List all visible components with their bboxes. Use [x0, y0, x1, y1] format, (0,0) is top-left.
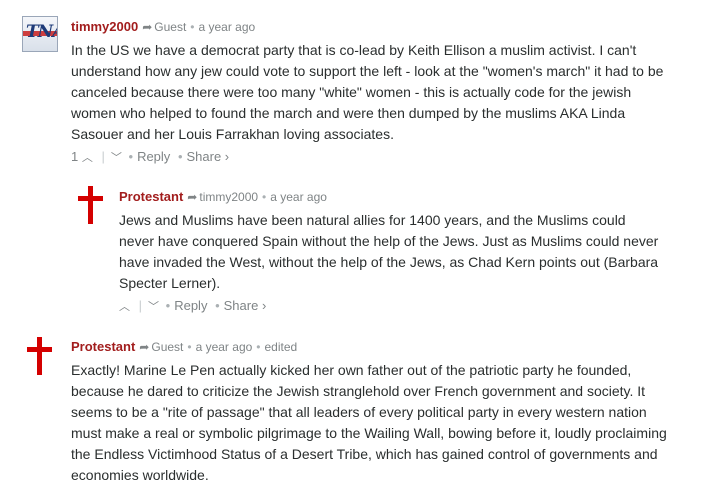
avatar[interactable] [73, 186, 109, 224]
avatar[interactable]: TNA [22, 16, 58, 52]
reply-arrow-icon: ➦ [142, 20, 153, 34]
share-button[interactable]: Share › [187, 149, 230, 164]
comment: TNA timmy2000 ➦Guest • a year ago In the US… [0, 0, 728, 170]
timestamp[interactable]: a year ago [270, 190, 327, 204]
comment-footer: ︿ | ﹀ • Reply • Share › [119, 298, 266, 315]
reply-to-name[interactable]: Guest [151, 340, 183, 354]
avatar[interactable] [22, 337, 58, 375]
comment-text: Exactly! Marine Le Pen actually kicked h… [71, 362, 667, 483]
comment-text: In the US we have a democrat party that … [71, 42, 664, 142]
reply-to-name[interactable]: timmy2000 [199, 190, 258, 204]
cross-icon [22, 337, 58, 377]
comment-header: timmy2000 ➦ Guest • a year ago [71, 19, 255, 35]
separator-dot: • [128, 149, 134, 164]
comment-reply: Protestant ➦ timmy2000 • a year ago Jews and… [0, 170, 728, 320]
separator-dot: • [215, 298, 220, 313]
separator-dot: • [177, 149, 183, 164]
timestamp[interactable]: a year ago [196, 340, 253, 354]
separator-dot: • [256, 340, 261, 354]
separator-dot: • [187, 340, 192, 354]
vote-count: 1 [71, 149, 79, 164]
reply-button[interactable]: Reply [174, 298, 207, 313]
upvote-icon[interactable]: ︿ [82, 150, 93, 166]
author-name[interactable]: timmy2000 [71, 19, 138, 34]
comment: Protestant ➦ Guest • a year ago • edited Exact… [0, 320, 728, 484]
reply-arrow-icon: ➦ [187, 190, 198, 204]
edited-label: edited [264, 340, 298, 354]
comment-header: Protestant ➦ timmy2000 • a year ago [119, 189, 327, 205]
reply-to-name[interactable]: Guest [154, 20, 186, 34]
comment-body: In the US we have a democrat party that … [71, 40, 671, 145]
cross-icon [73, 186, 109, 226]
comment-footer: 1 ︿ | ﹀ • Reply • Share › [71, 149, 229, 166]
separator-dot: • [165, 298, 171, 313]
reply-button[interactable]: Reply [137, 149, 170, 164]
tna-logo-icon: TNA [22, 16, 58, 52]
upvote-icon[interactable]: ︿ [119, 299, 130, 315]
author-name[interactable]: Protestant [71, 339, 135, 354]
downvote-icon[interactable]: ﹀ [111, 150, 122, 166]
comment-header: Protestant ➦ Guest • a year ago • edited [71, 339, 297, 355]
divider: | [138, 298, 143, 313]
comment-body: Exactly! Marine Le Pen actually kicked h… [71, 360, 671, 486]
separator-dot: • [190, 20, 195, 34]
comment-body: Jews and Muslims have been natural allie… [119, 210, 664, 294]
divider: | [101, 149, 105, 164]
reply-arrow-icon: ➦ [139, 340, 150, 354]
author-name[interactable]: Protestant [119, 189, 183, 204]
timestamp[interactable]: a year ago [199, 20, 256, 34]
comment-text: Jews and Muslims have been natural allie… [119, 212, 659, 291]
separator-dot: • [262, 190, 267, 204]
downvote-icon[interactable]: ﹀ [148, 299, 159, 315]
share-button[interactable]: Share › [224, 298, 267, 313]
